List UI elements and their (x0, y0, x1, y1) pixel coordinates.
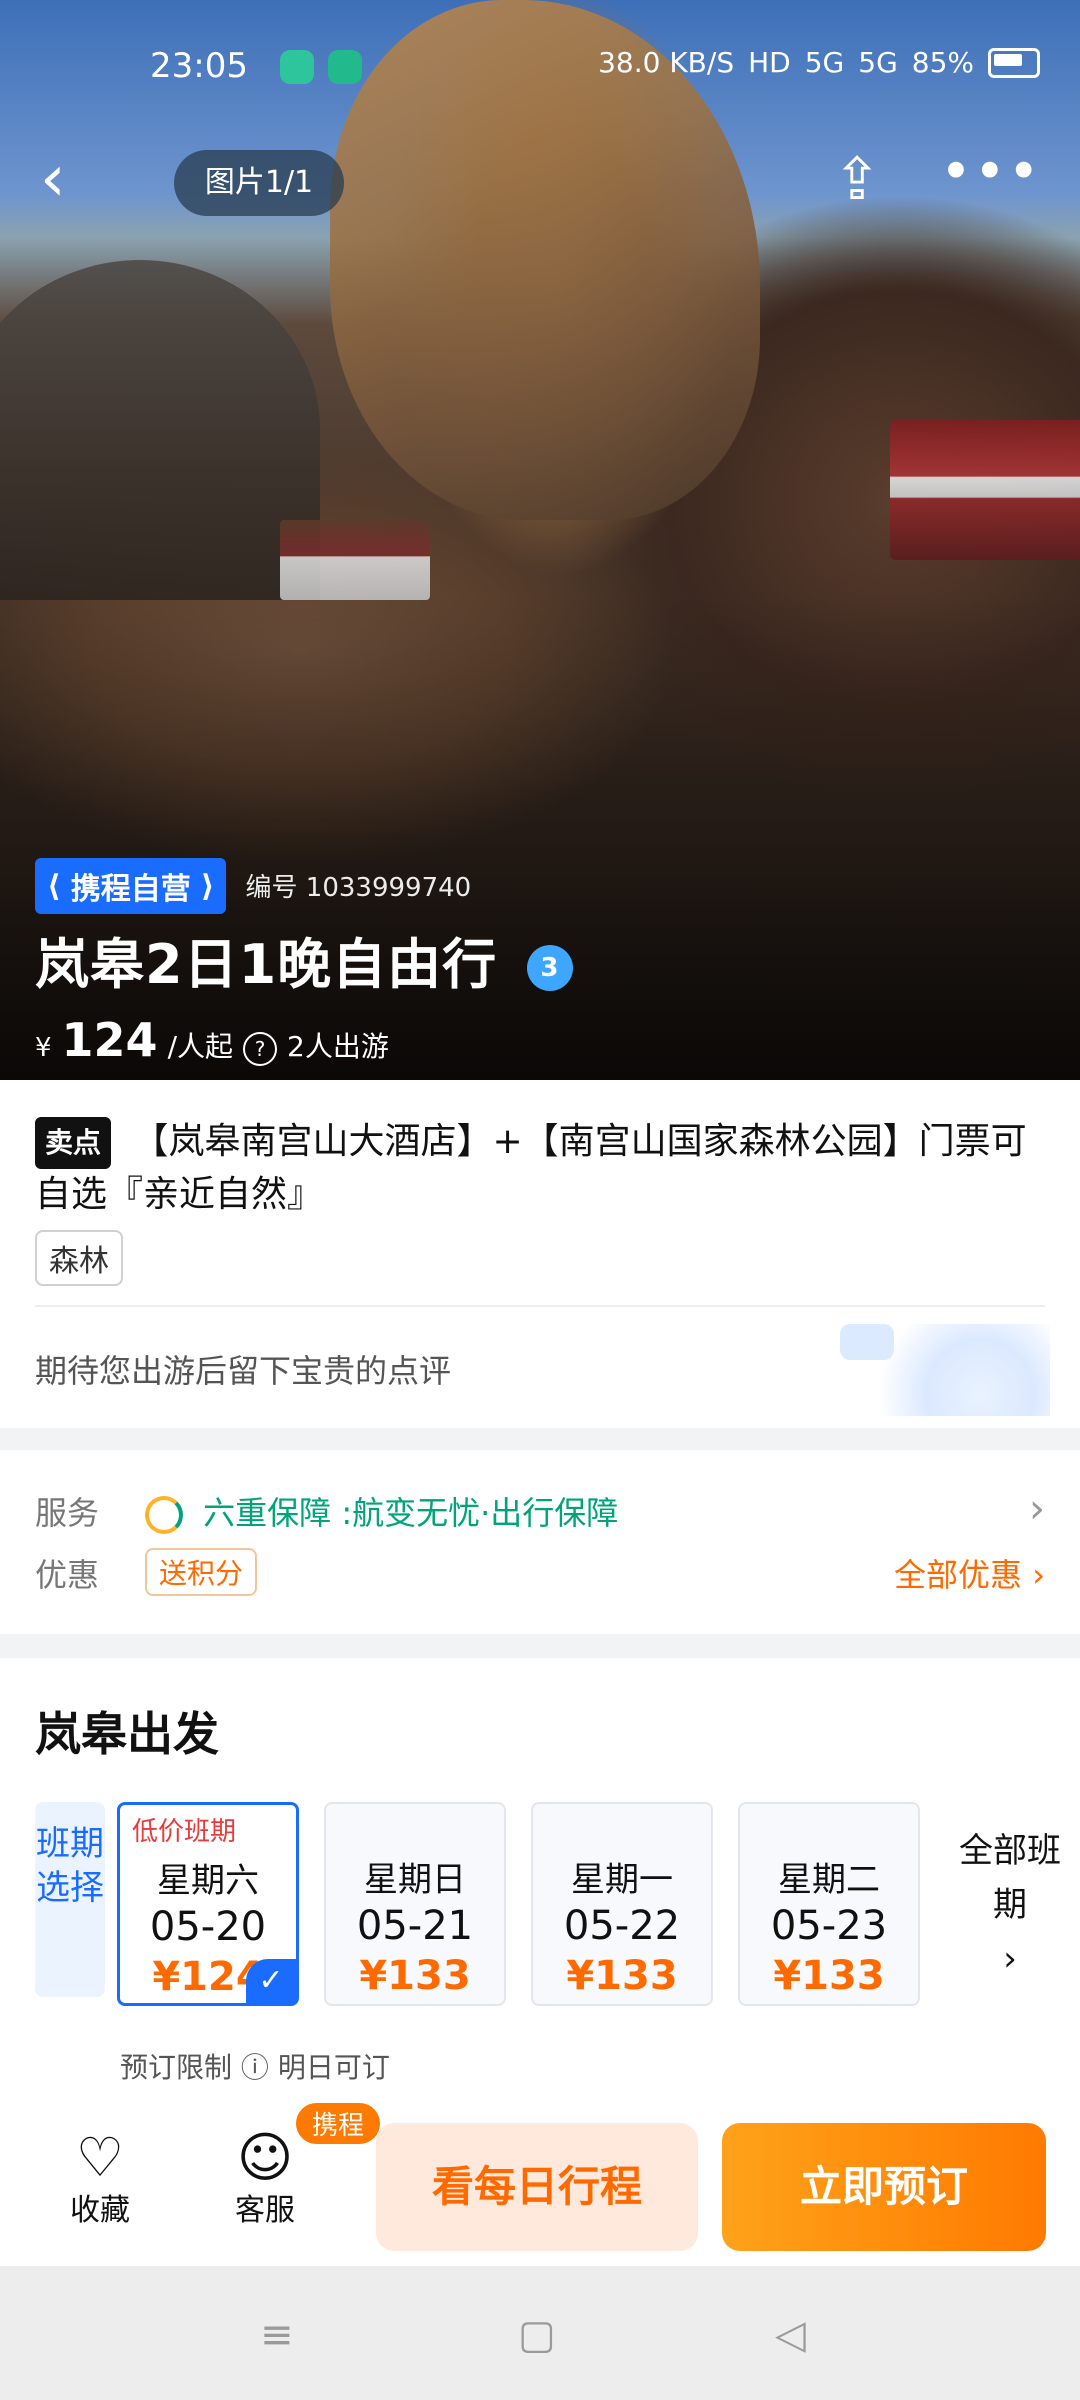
status-time: 23:05 (150, 46, 248, 86)
customer-service-button[interactable]: ☺ 客服 (205, 2131, 325, 2229)
date-value: 05-23 (770, 1903, 888, 1949)
guarantee-icon (145, 1496, 183, 1534)
signal-5g-1: 5G (804, 46, 845, 79)
back-icon[interactable]: ◁ (775, 2312, 806, 2358)
departure-card: 岚皋出发 班期选择 低价班期 星期六 05-20 ¥124 ✓ 星期日 05-2… (0, 1658, 1080, 2103)
status-icons: 38.0 KB/S HD 5G 5G 85% (598, 46, 1040, 79)
favorite-label: 收藏 (70, 2193, 130, 2228)
battery-percent: 85% (911, 46, 974, 79)
service-guarantee[interactable]: 六重保障 :航变无忧·出行保障 (145, 1488, 618, 1534)
favorite-button[interactable]: ♡ 收藏 (40, 2131, 160, 2229)
photo-counter[interactable]: 图片1/1 (174, 150, 344, 216)
schedule-side-label: 班期选择 (35, 1802, 105, 1997)
hero-info: ⟨ 携程自营 ⟩ 编号 1033999740 岚皋2日1晚自由行 3 ¥ 124… (35, 858, 1035, 1067)
schedule-side-text: 班期选择 (36, 1824, 104, 1908)
service-text: 六重保障 :航变无忧·出行保障 (203, 1494, 619, 1532)
ctrip-logo-icon: ⟨ (47, 868, 61, 904)
daily-itinerary-button[interactable]: 看每日行程 (376, 2123, 698, 2251)
battery-icon (988, 47, 1040, 78)
date-weekday: 星期一 (571, 1860, 673, 1900)
ctrip-self-operated-badge: ⟨ 携程自营 ⟩ (35, 858, 227, 914)
date-weekday: 星期二 (778, 1860, 880, 1900)
date-card[interactable]: 低价班期 星期六 05-20 ¥124 ✓ (117, 1802, 299, 2006)
date-card[interactable]: 星期日 05-21 ¥133 (324, 1802, 506, 2006)
review-prompt[interactable]: 期待您出游后留下宝贵的点评 (35, 1346, 451, 1392)
hd-text: HD (748, 46, 791, 79)
low-price-tag: 低价班期 (132, 1817, 237, 1847)
ctrip-logo-icon: ⟩ (200, 868, 215, 904)
price-unit: /人起 (167, 1030, 234, 1063)
offers-label: 优惠 (35, 1556, 100, 1594)
menu-icon[interactable]: ≡ (260, 2312, 294, 2358)
price-line: ¥ 124 /人起 ? 2人出游 (35, 1013, 1035, 1067)
people-count: 2人出游 (287, 1030, 389, 1063)
chevron-left-icon: ‹ (40, 142, 66, 216)
all-schedules-text: 全部班期 (959, 1831, 1061, 1925)
chevron-right-icon: › (1032, 1556, 1045, 1594)
more-button[interactable]: ••• (940, 142, 1040, 216)
schedule-selector: 班期选择 低价班期 星期六 05-20 ¥124 ✓ 星期日 05-21 ¥13… (35, 1790, 1080, 2010)
all-offers-text: 全部优惠 (894, 1556, 1023, 1594)
service-label: 服务 (35, 1494, 100, 1532)
temple-building (890, 420, 1080, 560)
share-button[interactable]: ⇪ (820, 142, 894, 216)
diamond-level-icon: 3 (526, 945, 573, 992)
service-card: 服务 六重保障 :航变无忧·出行保障 › 优惠 送积分 全部优惠 › (0, 1450, 1080, 1634)
net-speed-text: 38.0 KB/S (598, 46, 735, 79)
signal-5g-2: 5G (858, 46, 898, 79)
back-button[interactable]: ‹ (40, 142, 110, 216)
chevron-right-icon[interactable]: › (1029, 1486, 1045, 1532)
bottom-action-bar: ♡ 收藏 携程 ☺ 客服 看每日行程 立即预订 (0, 2103, 1080, 2266)
hero-image[interactable]: 23:05 38.0 KB/S HD 5G 5G 85% ‹ 图片1/1 ⇪ •… (0, 0, 1080, 1080)
all-offers-link[interactable]: 全部优惠 › (894, 1550, 1045, 1596)
departure-title: 岚皋出发 (35, 1707, 219, 1761)
brand-badge-text: 携程自营 (70, 872, 191, 907)
check-icon: ✓ (246, 1959, 296, 2003)
date-card[interactable]: 星期二 05-23 ¥133 (738, 1802, 920, 2006)
divider (35, 1305, 1045, 1307)
app-status-icon (280, 50, 314, 84)
date-weekday: 星期六 (157, 1861, 259, 1901)
home-icon[interactable]: ▢ (518, 2312, 556, 2358)
mountain-shape (0, 260, 320, 600)
app-status-icon (328, 50, 362, 84)
date-price: ¥133 (359, 1953, 471, 1999)
mailbox-icon (840, 1324, 894, 1360)
share-icon: ⇪ (832, 145, 882, 213)
date-price: ¥133 (566, 1953, 678, 1999)
date-weekday: 星期日 (364, 1860, 466, 1900)
price-value: 124 (61, 1013, 158, 1067)
selling-point-tag: 卖点 (35, 1117, 112, 1169)
temple-building (280, 520, 430, 600)
chevron-right-icon: › (1003, 1939, 1017, 1979)
date-value: 05-22 (563, 1903, 681, 1949)
help-icon[interactable]: ⓘ (241, 2051, 269, 2084)
more-icon: ••• (940, 140, 1042, 203)
booking-limit-row: 预订限制 ⓘ 明日可订 (120, 2046, 390, 2086)
date-value: 05-21 (356, 1903, 474, 1949)
product-title-text: 岚皋2日1晚自由行 (35, 933, 498, 996)
booking-hint: 明日可订 (277, 2051, 390, 2084)
status-bar: 23:05 38.0 KB/S HD 5G 5G 85% (0, 0, 1080, 140)
selling-points-card: 卖点 【岚皋南宫山大酒店】+【南宫山国家森林公园】门票可自选『亲近自然』 森林 … (0, 1080, 1080, 1428)
date-value: 05-20 (149, 1904, 267, 1950)
product-code: 编号 1033999740 (245, 872, 472, 903)
price-currency: ¥ (35, 1033, 52, 1063)
date-card[interactable]: 星期一 05-22 ¥133 (531, 1802, 713, 2006)
heart-plus-icon: ♡ (75, 2126, 125, 2189)
selling-point-text: 【岚皋南宫山大酒店】+【南宫山国家森林公园】门票可自选『亲近自然』 (35, 1121, 1027, 1215)
support-icon: ☺ (236, 2126, 294, 2189)
price-help-icon[interactable]: ? (243, 1032, 278, 1066)
system-navigation-bar: ≡ ▢ ◁ (0, 2266, 1080, 2400)
category-tag: 森林 (35, 1230, 123, 1286)
product-title: 岚皋2日1晚自由行 3 (35, 920, 1035, 999)
book-now-button[interactable]: 立即预订 (722, 2123, 1046, 2251)
customer-service-label: 客服 (235, 2193, 295, 2228)
date-price: ¥133 (773, 1953, 885, 1999)
points-coupon: 送积分 (145, 1548, 258, 1596)
selling-point: 卖点 【岚皋南宫山大酒店】+【南宫山国家森林公园】门票可自选『亲近自然』 (35, 1116, 1045, 1221)
all-schedules-button[interactable]: 全部班期 › (955, 1824, 1065, 1986)
booking-limit-label: 预订限制 (120, 2051, 233, 2084)
